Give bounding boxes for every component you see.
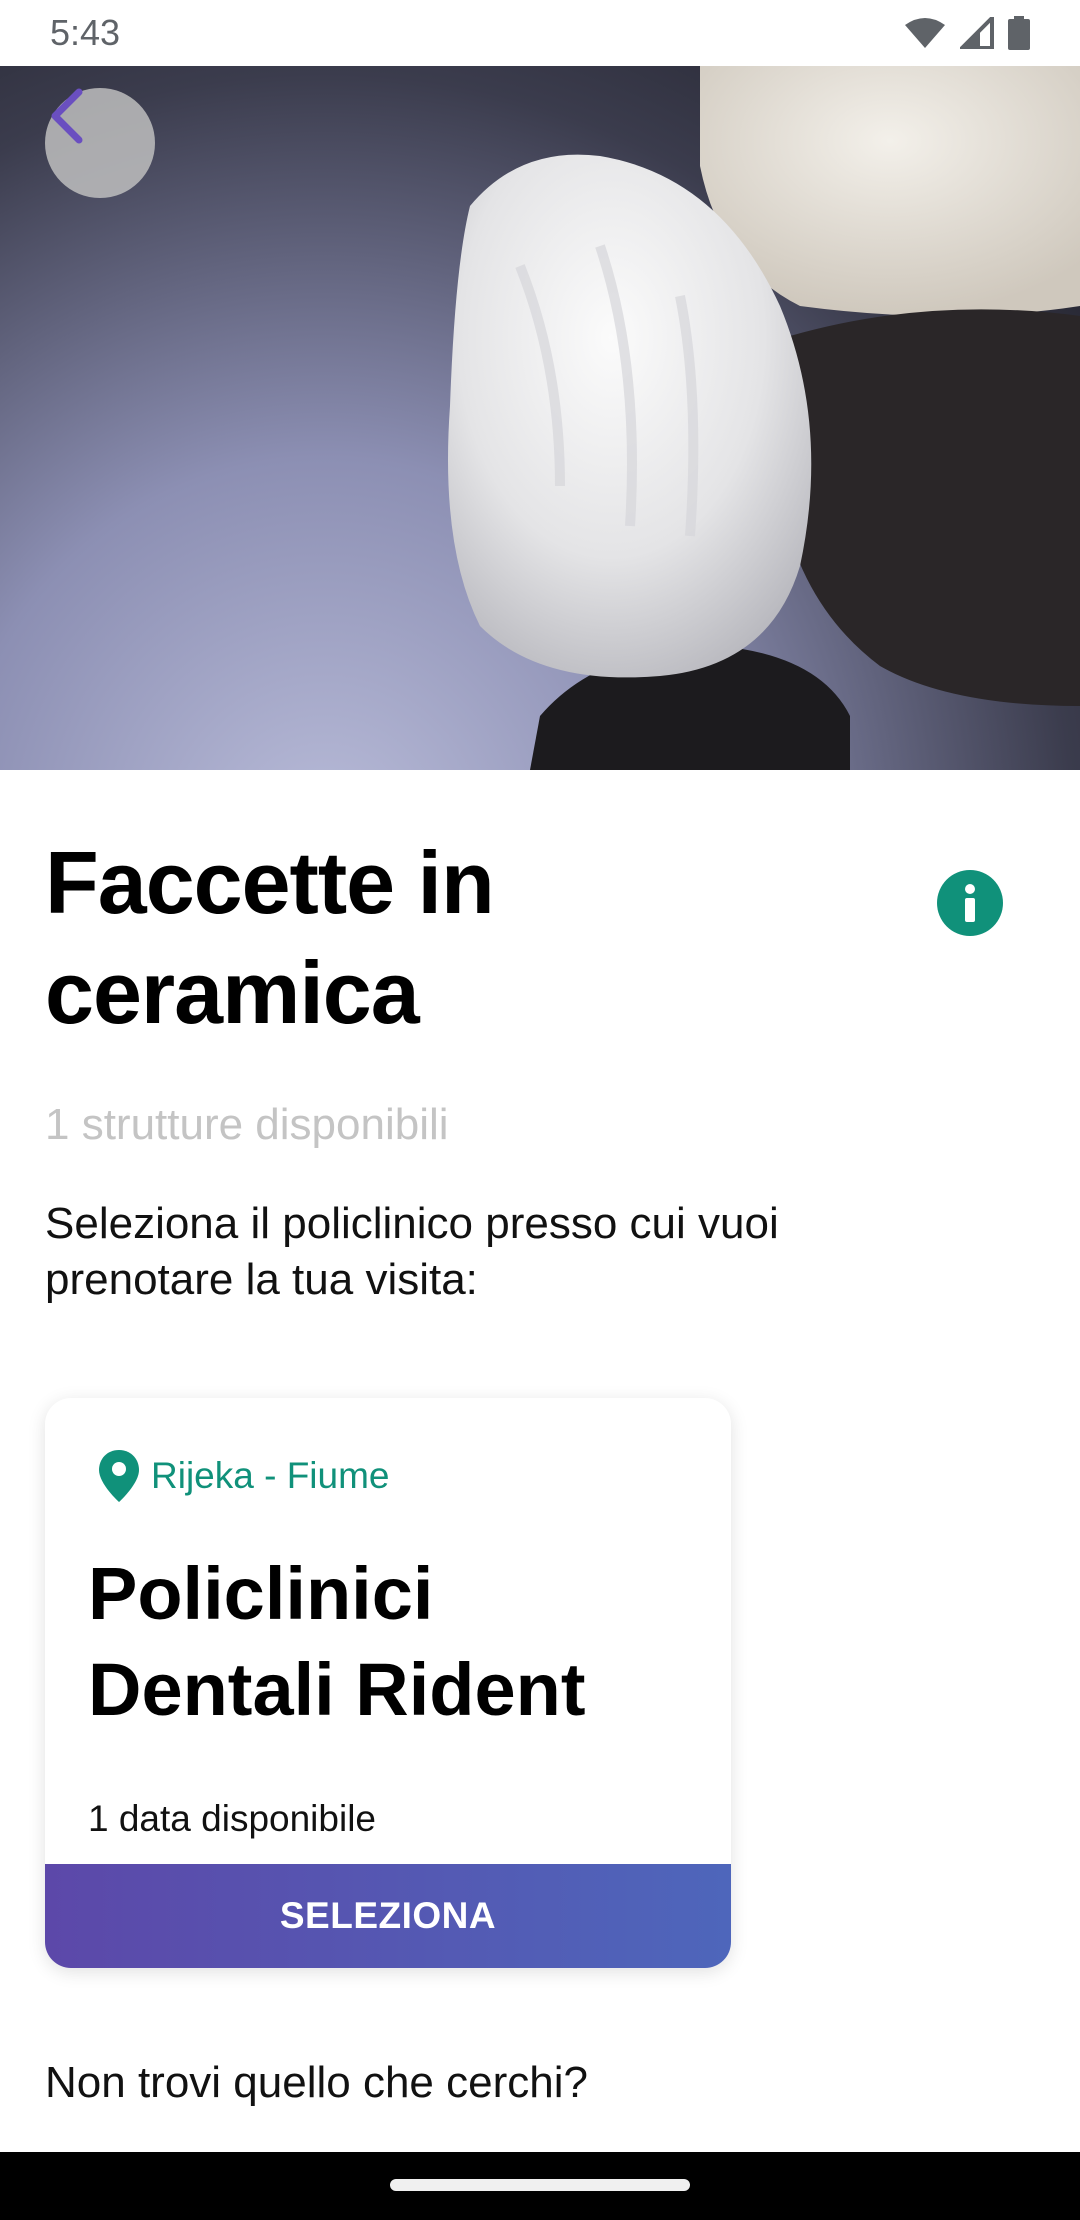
chevron-left-icon [51, 88, 83, 144]
location-pin-icon [99, 1450, 139, 1502]
clinic-location-label: Rijeka - Fiume [151, 1455, 390, 1496]
wifi-icon [905, 18, 945, 48]
clinic-name: Policlinici Dentali Rident [88, 1552, 586, 1731]
not-found-question: Non trovi quello che cerchi? [45, 2058, 588, 2107]
home-handle[interactable] [390, 2179, 690, 2191]
info-icon [965, 884, 975, 922]
navigation-bar [0, 2152, 1080, 2220]
content: Faccette in ceramica 1 strutture disponi… [0, 770, 1080, 2152]
status-time: 5:43 [50, 12, 121, 53]
veneer-photo [448, 66, 1080, 770]
status-bar: 5:43 [0, 0, 1080, 66]
back-button[interactable] [45, 88, 155, 198]
instruction-text: Seleziona il policlinico presso cui vuoi… [45, 1199, 779, 1304]
battery-icon [1008, 16, 1030, 50]
page-title: Faccette in ceramica [45, 833, 495, 1042]
clinic-dates-available: 1 data disponibile [88, 1798, 376, 1839]
info-button[interactable] [937, 870, 1003, 936]
select-clinic-button[interactable]: SELEZIONA [45, 1864, 731, 1968]
signal-icon [960, 17, 994, 49]
clinic-location: Rijeka - Fiume [97, 1448, 390, 1504]
available-count: 1 strutture disponibili [45, 1100, 449, 1149]
status-icons [904, 16, 1030, 50]
hero-image [0, 66, 1080, 770]
clinic-card[interactable]: Rijeka - Fiume Policlinici Dentali Riden… [45, 1398, 731, 1968]
